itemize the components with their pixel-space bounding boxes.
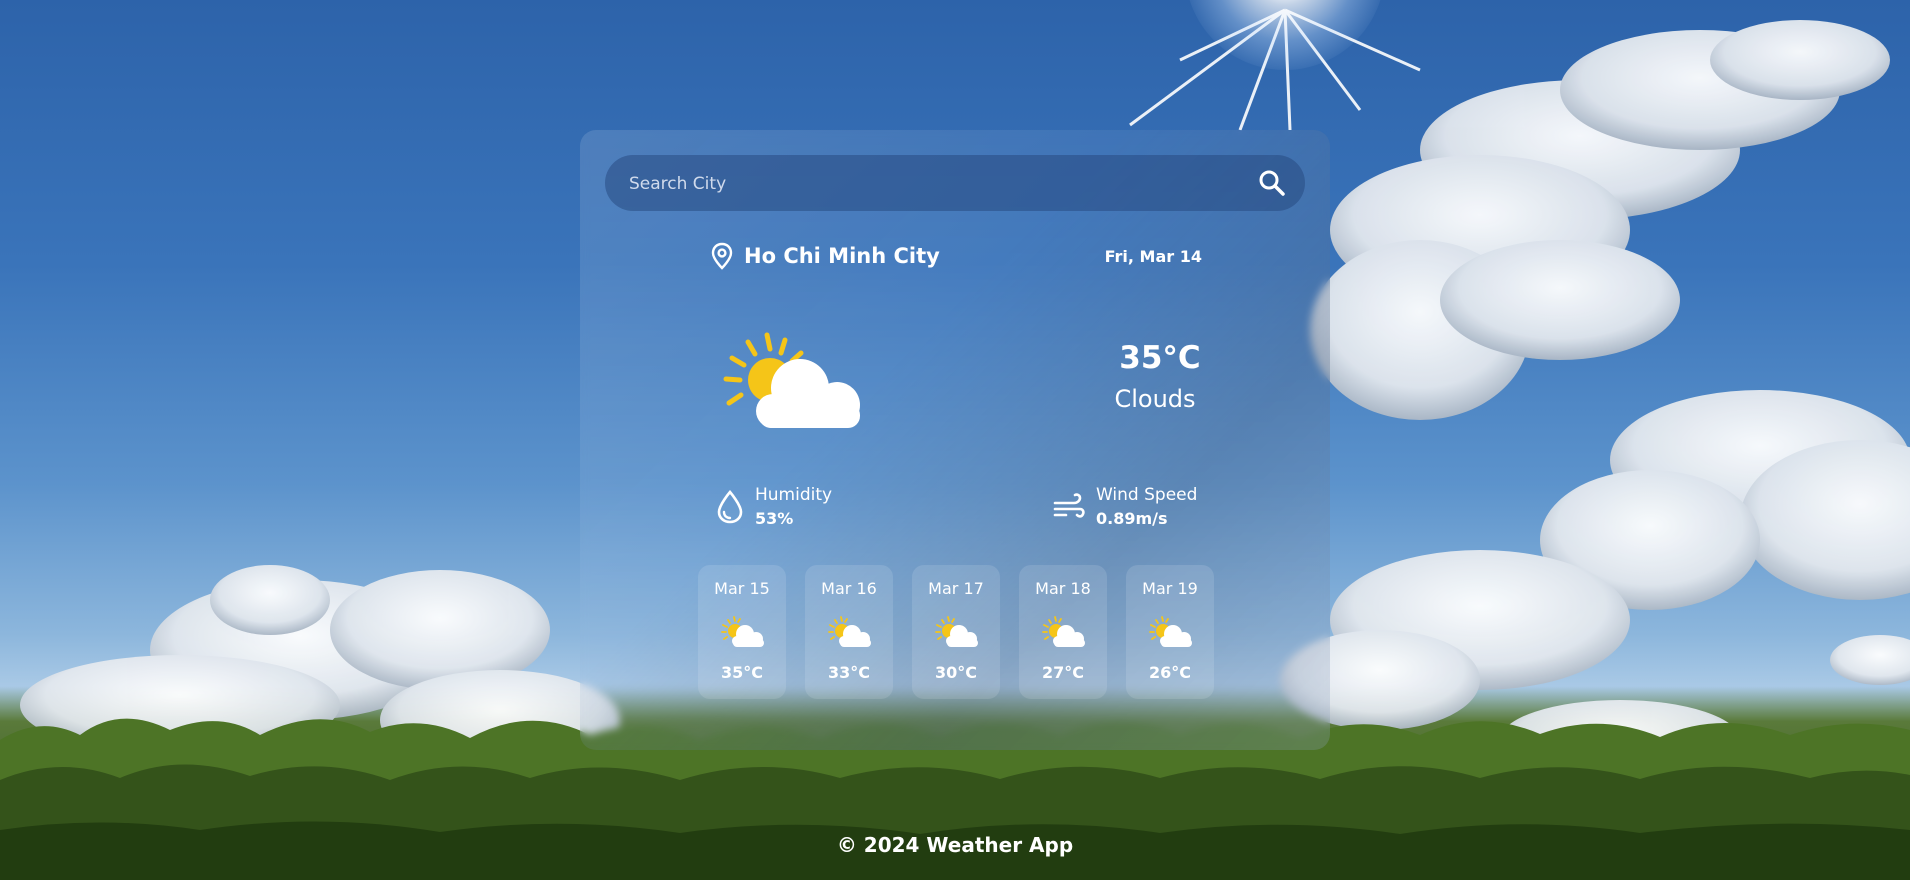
forecast-date: Mar 16: [821, 579, 877, 598]
forecast-temperature: 27°C: [1041, 663, 1084, 682]
droplet-icon: [717, 489, 743, 523]
search-button[interactable]: [1257, 168, 1287, 198]
wind-icon: [1053, 492, 1085, 518]
forecast-temperature: 35°C: [720, 663, 763, 682]
humidity-stat: Humidity 53%: [715, 485, 832, 528]
weather-app-page: Ho Chi Minh City Fri, Mar 14 35°C Clo: [0, 0, 1910, 880]
forecast-date: Mar 19: [1142, 579, 1198, 598]
forecast-item: Mar 18 27°C: [1019, 565, 1107, 699]
partly-cloudy-icon: [1149, 616, 1192, 647]
footer-copyright: © 2024 Weather App: [836, 833, 1074, 857]
current-date: Fri, Mar 14: [1104, 247, 1202, 266]
partly-cloudy-icon: [828, 616, 871, 647]
forecast-item: Mar 17 30°C: [912, 565, 1000, 699]
partly-cloudy-icon: [935, 616, 978, 647]
partly-cloudy-icon: [723, 332, 860, 428]
wind-speed-label: Wind Speed: [1096, 485, 1198, 505]
wind-speed-stat: Wind Speed 0.89m/s: [1052, 485, 1197, 528]
humidity-value: 53%: [755, 509, 794, 528]
forecast-temperature: 26°C: [1148, 663, 1191, 682]
map-pin-icon: [711, 242, 733, 270]
wind-speed-value: 0.89m/s: [1096, 509, 1168, 528]
search-icon: [1259, 170, 1285, 196]
forecast-temperature: 33°C: [827, 663, 870, 682]
current-temperature: 35°C: [1119, 340, 1201, 376]
forecast-list: Mar 15 35°C Mar 16 33°C Mar 17 30°C Mar …: [698, 565, 1214, 699]
forecast-date: Mar 18: [1035, 579, 1091, 598]
location-display: Ho Chi Minh City: [710, 242, 940, 270]
search-input[interactable]: [627, 155, 1231, 213]
search-bar: [605, 155, 1305, 213]
forecast-temperature: 30°C: [934, 663, 977, 682]
weather-card: Ho Chi Minh City Fri, Mar 14 35°C Clo: [580, 130, 1330, 750]
forecast-item: Mar 19 26°C: [1126, 565, 1214, 699]
forecast-date: Mar 17: [928, 579, 984, 598]
humidity-label: Humidity: [755, 485, 833, 505]
partly-cloudy-icon: [1042, 616, 1085, 647]
forecast-item: Mar 15 35°C: [698, 565, 786, 699]
forecast-date: Mar 15: [714, 579, 770, 598]
partly-cloudy-icon: [721, 616, 764, 647]
forecast-item: Mar 16 33°C: [805, 565, 893, 699]
city-name: Ho Chi Minh City: [744, 244, 940, 268]
weather-condition: Clouds: [1114, 385, 1196, 413]
